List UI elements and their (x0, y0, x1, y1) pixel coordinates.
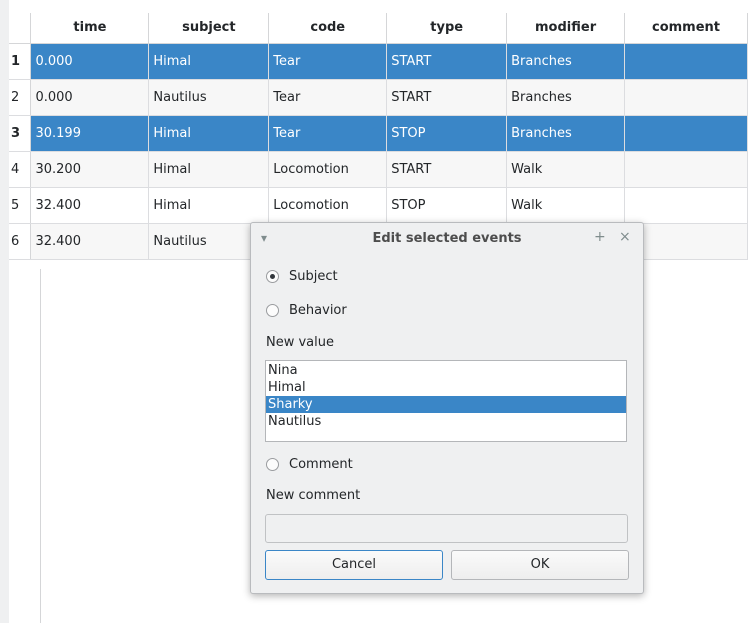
new-value-list[interactable]: Nina Himal Sharky Nautilus (265, 360, 627, 442)
row-number[interactable]: 1 (9, 43, 32, 80)
column-header-modifier[interactable]: modifier (506, 13, 626, 44)
cell-modifier[interactable]: Walk (506, 187, 626, 224)
cancel-button[interactable]: Cancel (265, 550, 443, 580)
table-corner[interactable] (9, 13, 32, 44)
dialog-titlebar[interactable]: ▾ Edit selected events + × (251, 223, 643, 254)
subject-radio-label[interactable]: Subject (289, 269, 338, 284)
cell-modifier[interactable]: Walk (506, 151, 626, 188)
cell-comment[interactable] (624, 43, 748, 80)
cell-code[interactable]: Tear (268, 79, 388, 116)
row-number[interactable]: 4 (9, 151, 32, 188)
table-row[interactable]: 1 0.000 Himal Tear START Branches (9, 43, 748, 80)
cell-time[interactable]: 0.000 (30, 79, 150, 116)
row-number[interactable]: 3 (9, 115, 32, 152)
behavior-radio-option[interactable]: Behavior (266, 303, 347, 318)
row-header-divider (40, 269, 41, 623)
row-number[interactable]: 5 (9, 187, 32, 224)
cell-comment[interactable] (624, 79, 748, 116)
comment-radio-option[interactable]: Comment (266, 457, 353, 472)
column-header-type[interactable]: type (386, 13, 508, 44)
cell-subject[interactable]: Himal (148, 115, 270, 152)
cell-time[interactable]: 32.400 (30, 187, 150, 224)
cell-subject[interactable]: Himal (148, 187, 270, 224)
comment-radio[interactable] (266, 458, 279, 471)
cell-type[interactable]: START (386, 79, 508, 116)
row-number[interactable]: 6 (9, 223, 32, 260)
column-header-time[interactable]: time (30, 13, 150, 44)
list-item-selected[interactable]: Sharky (266, 396, 626, 413)
new-value-label: New value (266, 335, 334, 350)
close-icon[interactable]: × (619, 229, 631, 245)
left-panel-strip (0, 0, 9, 623)
list-item[interactable]: Nina (266, 362, 626, 379)
cell-modifier[interactable]: Branches (506, 79, 626, 116)
new-comment-label: New comment (266, 488, 361, 503)
cell-type[interactable]: START (386, 43, 508, 80)
cell-type[interactable]: STOP (386, 115, 508, 152)
cell-time[interactable]: 30.199 (30, 115, 150, 152)
subject-radio[interactable] (266, 270, 279, 283)
cell-time[interactable]: 30.200 (30, 151, 150, 188)
edit-events-dialog: ▾ Edit selected events + × Subject Behav… (250, 222, 644, 594)
cell-type[interactable]: STOP (386, 187, 508, 224)
float-icon[interactable]: + (594, 229, 606, 245)
list-item[interactable]: Nautilus (266, 413, 626, 430)
table-row[interactable]: 5 32.400 Himal Locomotion STOP Walk (9, 187, 748, 224)
subject-radio-option[interactable]: Subject (266, 269, 338, 284)
table-row[interactable]: 4 30.200 Himal Locomotion START Walk (9, 151, 748, 188)
table-row[interactable]: 3 30.199 Himal Tear STOP Branches (9, 115, 748, 152)
cell-subject[interactable]: Himal (148, 43, 270, 80)
cell-comment[interactable] (624, 151, 748, 188)
behavior-radio-label[interactable]: Behavior (289, 303, 347, 318)
column-header-code[interactable]: code (268, 13, 388, 44)
cell-code[interactable]: Locomotion (268, 151, 388, 188)
column-header-subject[interactable]: subject (148, 13, 270, 44)
comment-radio-label[interactable]: Comment (289, 457, 353, 472)
row-number[interactable]: 2 (9, 79, 32, 116)
column-header-comment[interactable]: comment (624, 13, 748, 44)
cell-type[interactable]: START (386, 151, 508, 188)
dialog-title: Edit selected events (372, 231, 522, 246)
ok-button[interactable]: OK (451, 550, 629, 580)
new-comment-field[interactable] (265, 514, 628, 543)
cell-code[interactable]: Locomotion (268, 187, 388, 224)
behavior-radio[interactable] (266, 304, 279, 317)
cell-subject[interactable]: Nautilus (148, 79, 270, 116)
cell-subject[interactable]: Himal (148, 151, 270, 188)
cell-comment[interactable] (624, 115, 748, 152)
cell-modifier[interactable]: Branches (506, 115, 626, 152)
cell-modifier[interactable]: Branches (506, 43, 626, 80)
cell-comment[interactable] (624, 187, 748, 224)
table-row[interactable]: 2 0.000 Nautilus Tear START Branches (9, 79, 748, 116)
cell-time[interactable]: 0.000 (30, 43, 150, 80)
cell-code[interactable]: Tear (268, 115, 388, 152)
cell-time[interactable]: 32.400 (30, 223, 150, 260)
list-item[interactable]: Himal (266, 379, 626, 396)
cell-code[interactable]: Tear (268, 43, 388, 80)
